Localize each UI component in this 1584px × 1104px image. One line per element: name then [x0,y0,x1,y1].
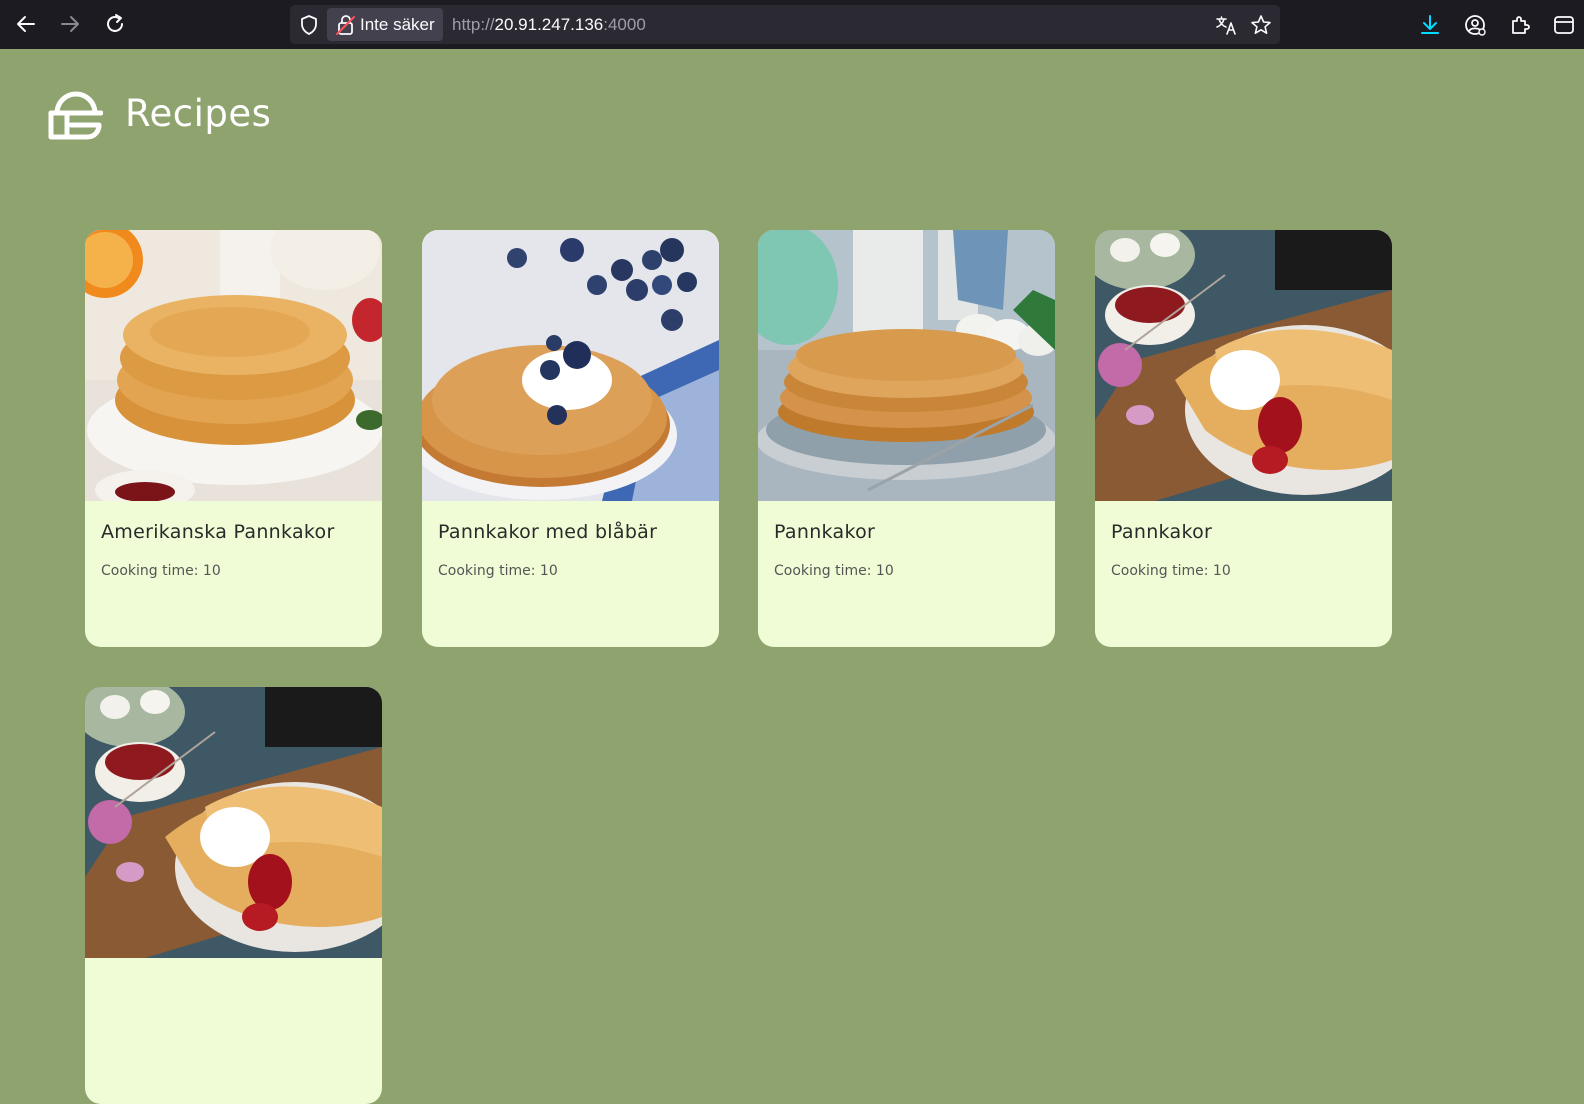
arrow-left-icon [17,16,35,32]
bookmark-star-icon[interactable] [1250,14,1272,36]
recipe-image [85,230,382,510]
recipe-card[interactable]: Pannkakor Cooking time: 10 [758,230,1055,647]
recipe-title[interactable]: Pannkakor [1111,521,1212,543]
recipe-image [758,230,1055,501]
arrow-right-icon [61,16,79,32]
recipe-image [85,687,382,958]
recipe-image [1095,230,1392,501]
recipe-card[interactable] [85,687,382,1104]
recipe-card[interactable]: Pannkakor med blåbär Cooking time: 10 [422,230,719,647]
account-icon[interactable] [1463,13,1487,37]
url-port: :4000 [603,15,646,34]
recipe-title[interactable]: Pannkakor [774,521,875,543]
address-bar[interactable]: Inte säker http://20.91.247.136:4000 [290,5,1280,44]
url-scheme: http:// [452,15,495,34]
recipe-title[interactable]: Pannkakor med blåbär [438,521,657,543]
download-icon[interactable] [1418,13,1442,37]
recipe-cooking-time: Cooking time: 10 [438,563,558,579]
back-button[interactable] [10,8,42,40]
recipe-card[interactable]: Pannkakor Cooking time: 10 [1095,230,1392,647]
shield-icon[interactable] [298,14,320,36]
recipe-card[interactable]: Amerikanska Pannkakor Cooking time: 10 [85,230,382,647]
recipe-cooking-time: Cooking time: 10 [774,563,894,579]
extensions-icon[interactable] [1508,13,1532,37]
url-host: 20.91.247.136 [494,15,604,34]
recipes-logo-icon [48,91,103,140]
security-label: Inte säker [360,14,435,34]
menu-overflow-icon[interactable] [1552,13,1576,37]
insecure-lock-icon [336,15,355,35]
recipe-cooking-time: Cooking time: 10 [1111,563,1231,579]
translate-icon[interactable] [1215,14,1237,36]
forward-button[interactable] [54,8,86,40]
url-text[interactable]: http://20.91.247.136:4000 [452,15,646,35]
recipe-image [422,230,719,501]
recipe-cooking-time: Cooking time: 10 [101,563,221,579]
browser-toolbar: Inte säker http://20.91.247.136:4000 [0,0,1584,49]
reload-button[interactable] [99,8,131,40]
reload-icon [107,14,123,32]
page-title: Recipes [125,92,272,135]
recipe-title[interactable]: Amerikanska Pannkakor [101,521,335,543]
site-security-button[interactable]: Inte säker [327,8,443,41]
